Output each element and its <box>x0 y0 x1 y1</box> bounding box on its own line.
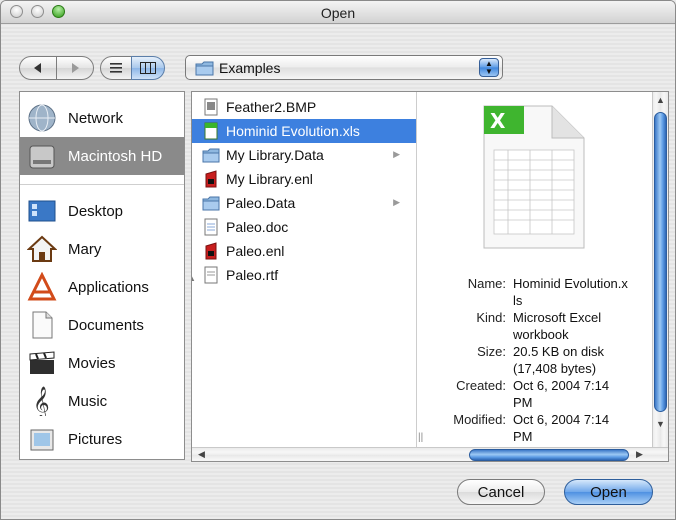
folder-icon <box>202 193 220 213</box>
column-resize-handle[interactable]: ▲ <box>192 274 196 283</box>
cancel-button[interactable]: Cancel <box>457 479 545 505</box>
horizontal-scroll-thumb[interactable] <box>469 449 629 461</box>
column-view-button[interactable] <box>131 56 165 80</box>
column-resize-handle[interactable]: || <box>418 432 423 443</box>
file-row[interactable]: Hominid Evolution.xls <box>192 119 416 143</box>
location-popup[interactable]: Examples ▲ ▼ <box>185 55 503 80</box>
file-name: Paleo.Data <box>226 195 296 211</box>
sidebar-divider <box>20 184 184 185</box>
file-row[interactable]: Paleo.doc <box>192 215 416 239</box>
file-row[interactable]: Paleo.Data ▶ <box>192 191 416 215</box>
endnote-file-icon <box>202 241 220 261</box>
back-arrow-icon <box>34 63 41 73</box>
applications-icon <box>26 271 58 303</box>
scroll-up-arrow-icon[interactable]: ▲ <box>656 95 665 105</box>
open-dialog: Open Examples ▲ ▼ Network Macintosh HD D… <box>0 0 676 520</box>
sidebar-item-applications[interactable]: Applications <box>20 268 184 306</box>
sidebar-item-music[interactable]: 𝄞 Music <box>20 382 184 420</box>
file-row[interactable]: Paleo.enl <box>192 239 416 263</box>
movies-clapper-icon <box>26 347 58 379</box>
folder-icon <box>202 145 220 165</box>
file-row[interactable]: My Library.enl <box>192 167 416 191</box>
column-view-icon <box>140 62 156 74</box>
file-name: Paleo.enl <box>226 243 285 259</box>
info-key-modified: Modified: <box>453 412 506 427</box>
info-key-created: Created: <box>456 378 506 393</box>
file-name: Paleo.rtf <box>226 267 279 283</box>
svg-text:𝄞: 𝄞 <box>33 386 50 416</box>
home-icon <box>26 233 58 265</box>
title-bar: Open <box>1 1 675 24</box>
excel-file-icon <box>202 121 220 141</box>
file-name: My Library.Data <box>226 147 324 163</box>
window-title: Open <box>320 5 356 21</box>
svg-text:X: X <box>490 109 506 133</box>
info-key-size: Size: <box>477 344 506 359</box>
folder-icon <box>195 61 214 76</box>
file-browser: Feather2.BMP Hominid Evolution.xls My Li… <box>191 91 669 462</box>
file-info: Name: Hominid Evolution.x ls Kind: Microso… <box>428 275 650 445</box>
sidebar-item-label: Movies <box>68 354 116 372</box>
sidebar-item-movies[interactable]: Movies <box>20 344 184 382</box>
vertical-scroll-thumb[interactable] <box>654 112 667 412</box>
pictures-icon <box>26 423 58 455</box>
sidebar-item-label: Documents <box>68 316 144 334</box>
open-button[interactable]: Open <box>564 479 653 505</box>
excel-spreadsheet-icon: X <box>480 102 588 255</box>
info-size: 20.5 KB on disk (17,408 bytes) <box>513 344 605 376</box>
location-label: Examples <box>219 60 281 76</box>
sidebar-item-documents[interactable]: Documents <box>20 306 184 344</box>
file-name: My Library.enl <box>226 171 313 187</box>
sidebar-item-label: Pictures <box>68 430 123 448</box>
list-view-button[interactable] <box>100 56 132 80</box>
forward-arrow-icon <box>72 63 79 73</box>
sidebar-item-label: Macintosh HD <box>68 147 163 165</box>
hard-drive-icon <box>26 140 58 172</box>
info-kind: Microsoft Excel workbook <box>513 310 602 342</box>
back-button[interactable] <box>19 56 57 80</box>
list-view-icon <box>110 63 122 73</box>
file-name: Paleo.doc <box>226 219 289 235</box>
info-name: Hominid Evolution.x ls <box>513 276 628 308</box>
desktop-icon <box>26 195 58 227</box>
doc-file-icon <box>202 217 220 237</box>
sidebar: Network Macintosh HD Desktop Mary Applic… <box>19 91 185 460</box>
file-row[interactable]: My Library.Data ▶ <box>192 143 416 167</box>
file-name: Hominid Evolution.xls <box>226 123 360 139</box>
sidebar-item-label: Desktop <box>68 202 124 220</box>
documents-icon <box>26 309 58 341</box>
sidebar-item-label: Applications <box>68 278 149 296</box>
sidebar-item-mary[interactable]: Mary <box>20 230 184 268</box>
disclosure-arrow-icon: ▶ <box>393 149 400 159</box>
rtf-file-icon <box>202 265 220 285</box>
scroll-right-arrow-icon[interactable]: ▶ <box>636 449 643 460</box>
sidebar-item-macintosh-hd[interactable]: Macintosh HD <box>20 137 184 175</box>
horizontal-scrollbar[interactable]: ◀ ▶ <box>192 447 668 461</box>
disclosure-arrow-icon: ▶ <box>393 197 400 207</box>
file-column: Feather2.BMP Hominid Evolution.xls My Li… <box>192 92 417 447</box>
sidebar-item-label: Network <box>68 109 124 127</box>
music-note-icon: 𝄞 <box>26 385 58 417</box>
endnote-file-icon <box>202 169 220 189</box>
scroll-down-arrow-icon[interactable]: ▼ <box>656 419 665 429</box>
sidebar-item-label: Music <box>68 392 108 410</box>
info-created: Oct 6, 2004 7:14 PM <box>513 378 610 410</box>
bmp-file-icon <box>202 97 220 117</box>
sidebar-item-desktop[interactable]: Desktop <box>20 192 184 230</box>
sidebar-item-label: Mary <box>68 240 102 258</box>
forward-button[interactable] <box>56 56 94 80</box>
info-modified: Oct 6, 2004 7:14 PM <box>513 412 610 444</box>
file-row[interactable]: Feather2.BMP <box>192 95 416 119</box>
network-globe-icon <box>26 102 58 134</box>
sidebar-item-network[interactable]: Network <box>20 99 184 137</box>
file-name: Feather2.BMP <box>226 99 317 115</box>
file-row[interactable]: Paleo.rtf <box>192 263 416 287</box>
preview-pane: X Name: Hominid Evolution.x ls Kind: Micro… <box>418 92 650 447</box>
sidebar-item-pictures[interactable]: Pictures <box>20 420 184 458</box>
info-key-kind: Kind: <box>476 310 506 325</box>
popup-arrows-icon: ▲ ▼ <box>479 58 499 77</box>
vertical-scrollbar[interactable]: ▲ ▼ <box>652 92 668 447</box>
info-key-name: Name: <box>467 276 506 291</box>
scroll-left-arrow-icon[interactable]: ◀ <box>198 449 205 460</box>
